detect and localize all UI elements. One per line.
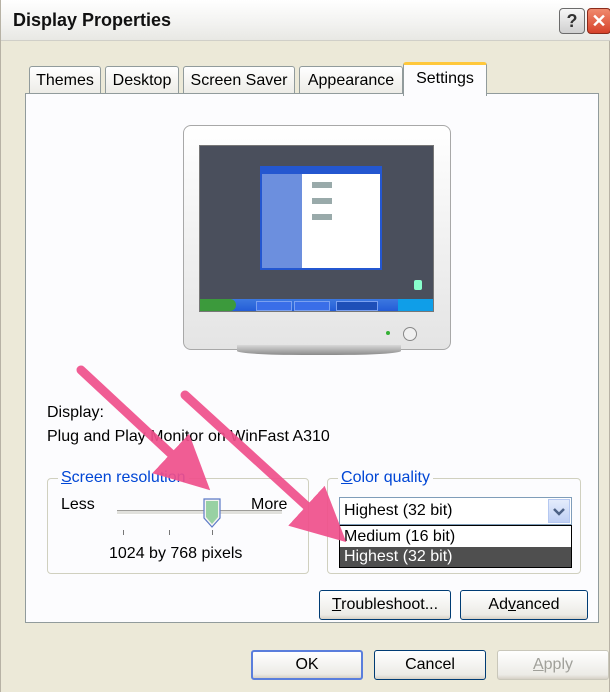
preview-drive-icon [312,182,332,188]
tab-desktop[interactable]: Desktop [105,66,179,94]
slider-tick [123,530,124,535]
screen-resolution-legend: Screen resolution [58,469,189,487]
display-properties-dialog: Display Properties ? ✕ Themes Desktop Sc… [0,0,610,692]
color-quality-selected-value: Highest (32 bit) [344,502,453,519]
preview-drive-icon [312,198,332,204]
monitor-screen [199,145,434,312]
advanced-button[interactable]: Advanced [460,590,588,620]
color-quality-dropdown-list: Medium (16 bit) Highest (32 bit) [339,525,572,568]
monitor-stand [237,345,401,355]
color-quality-option-medium[interactable]: Medium (16 bit) [340,527,571,547]
recycle-bin-icon [414,280,422,290]
window-title: Display Properties [13,10,172,30]
color-quality-legend: Color quality [338,469,433,487]
monitor-preview [183,125,451,355]
screen-resolution-slider-thumb[interactable] [203,498,221,528]
resolution-less-label: Less [61,496,95,513]
preview-system-tray [398,299,433,311]
close-icon: ✕ [591,11,607,31]
dropdown-arrow-button[interactable] [548,499,570,523]
preview-task-item [336,301,378,311]
tab-screen-saver[interactable]: Screen Saver [183,66,295,94]
help-button[interactable]: ? [559,8,585,34]
preview-taskbar [200,299,433,311]
resolution-value: 1024 by 768 pixels [109,545,243,562]
preview-start-button [200,299,236,311]
preview-drive-icon [312,214,332,220]
preview-window [260,166,382,270]
display-device-name: Plug and Play Monitor on WinFast A310 [47,428,330,445]
power-button-icon [403,327,417,341]
close-button[interactable]: ✕ [587,8,610,34]
title-bar[interactable]: Display Properties ? ✕ [1,0,610,41]
apply-button[interactable]: Apply [497,650,609,680]
slider-tick [169,530,170,535]
tab-appearance[interactable]: Appearance [299,66,403,94]
color-quality-select[interactable]: Highest (32 bit) [339,497,572,525]
preview-window-sidebar [262,174,302,268]
color-quality-option-highest[interactable]: Highest (32 bit) [340,547,571,567]
chevron-down-icon [553,508,565,516]
question-mark-icon: ? [566,11,578,31]
troubleshoot-button[interactable]: Troubleshoot... [319,590,451,620]
preview-task-item [256,301,292,311]
tab-themes[interactable]: Themes [29,66,101,94]
ok-button[interactable]: OK [251,650,363,680]
slider-tick [212,530,213,535]
cancel-button[interactable]: Cancel [374,650,486,680]
display-label: Display: [47,404,104,421]
screen-resolution-slider[interactable] [117,510,282,515]
preview-task-item [294,301,330,311]
power-led-icon [386,331,390,335]
tab-settings[interactable]: Settings [403,62,487,96]
